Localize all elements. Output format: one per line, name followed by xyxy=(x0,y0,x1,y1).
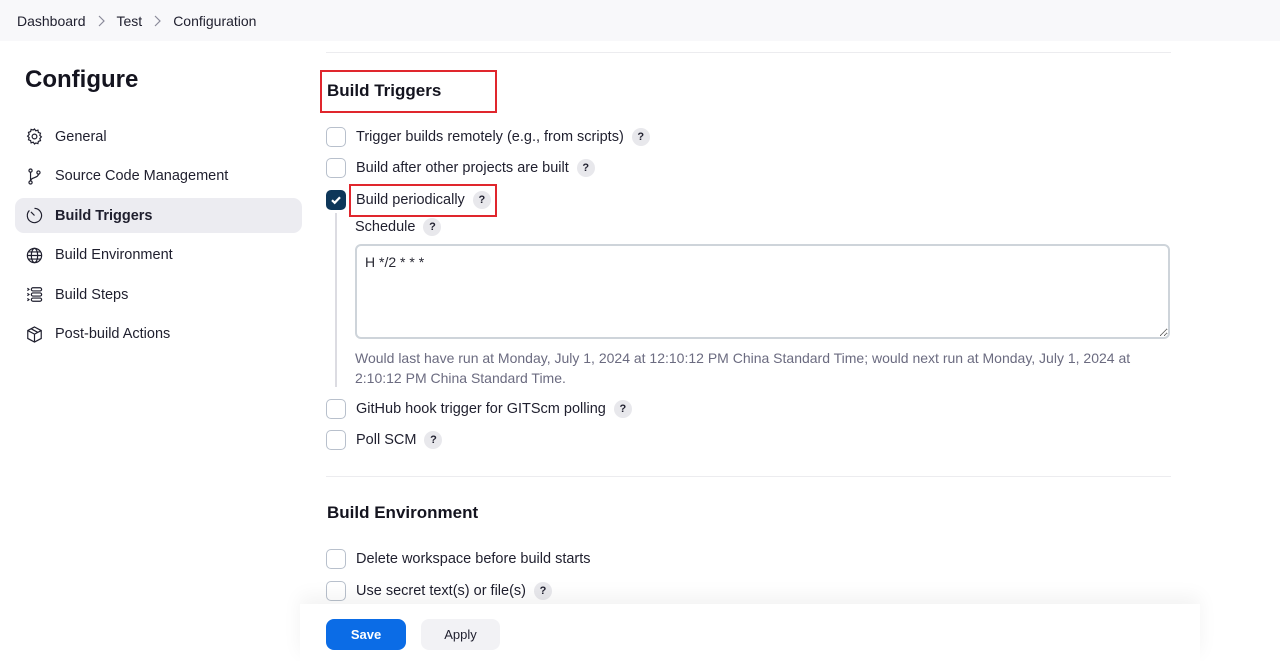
chevron-right-icon xyxy=(97,15,106,27)
help-icon[interactable]: ? xyxy=(424,431,443,449)
breadcrumb-dashboard[interactable]: Dashboard xyxy=(17,13,86,29)
breadcrumb: Dashboard Test Configuration xyxy=(0,0,1280,41)
build-periodically-checkbox[interactable] xyxy=(326,190,346,210)
sidebar-item-build-environment[interactable]: Build Environment xyxy=(15,238,302,273)
build-after-option: Build after other projects are built ? xyxy=(326,158,595,178)
schedule-info-text: Would last have run at Monday, July 1, 2… xyxy=(355,350,1131,386)
sidebar-item-label: Post-build Actions xyxy=(55,326,171,343)
globe-icon xyxy=(25,246,44,265)
poll-scm-checkbox[interactable] xyxy=(326,430,346,450)
build-after-checkbox[interactable] xyxy=(326,158,346,178)
option-label: Build after other projects are built xyxy=(356,160,569,176)
bottom-action-bar: Save Apply xyxy=(300,604,1200,661)
sidebar-item-general[interactable]: General xyxy=(15,119,302,154)
option-label: Use secret text(s) or file(s) xyxy=(356,583,526,599)
build-environment-title: Build Environment xyxy=(327,503,479,522)
package-icon xyxy=(25,325,44,344)
option-label: GitHub hook trigger for GITScm polling xyxy=(356,401,606,417)
sidebar-item-label: Build Steps xyxy=(55,286,129,303)
breadcrumb-configuration[interactable]: Configuration xyxy=(173,13,256,29)
trigger-remote-option: Trigger builds remotely (e.g., from scri… xyxy=(326,127,650,147)
sidebar-item-build-steps[interactable]: Build Steps xyxy=(15,277,302,312)
apply-button[interactable]: Apply xyxy=(421,619,500,650)
delete-workspace-option: Delete workspace before build starts xyxy=(326,549,591,569)
gear-icon xyxy=(25,127,44,146)
trigger-remote-checkbox[interactable] xyxy=(326,127,346,147)
sidebar-item-source-code-management[interactable]: Source Code Management xyxy=(15,159,302,194)
option-label: Build periodically xyxy=(356,192,465,208)
sidebar-item-label: Build Environment xyxy=(55,247,173,264)
timer-icon xyxy=(25,206,44,225)
option-label: Delete workspace before build starts xyxy=(356,551,591,567)
nested-indent-line xyxy=(335,213,337,387)
schedule-label: Schedule ? xyxy=(355,218,442,236)
sidebar-item-post-build-actions[interactable]: Post-build Actions xyxy=(15,317,302,352)
sidebar-item-label: Source Code Management xyxy=(55,168,229,185)
breadcrumb-test[interactable]: Test xyxy=(117,13,143,29)
poll-scm-option: Poll SCM ? xyxy=(326,430,443,450)
list-steps-icon xyxy=(25,285,44,304)
schedule-label-text: Schedule xyxy=(355,219,416,235)
github-hook-checkbox[interactable] xyxy=(326,399,346,419)
schedule-input[interactable] xyxy=(355,244,1170,339)
help-icon[interactable]: ? xyxy=(576,159,595,177)
delete-workspace-checkbox[interactable] xyxy=(326,549,346,569)
help-icon[interactable]: ? xyxy=(631,128,650,146)
secret-text-option: Use secret text(s) or file(s) ? xyxy=(326,581,552,601)
option-label: Poll SCM xyxy=(356,432,417,448)
build-periodically-option: Build periodically ? xyxy=(326,190,491,210)
github-hook-option: GitHub hook trigger for GITScm polling ? xyxy=(326,399,632,419)
sidebar-item-label: Build Triggers xyxy=(55,207,153,224)
help-icon[interactable]: ? xyxy=(423,218,442,236)
sidebar-item-build-triggers[interactable]: Build Triggers xyxy=(15,198,302,234)
option-label: Trigger builds remotely (e.g., from scri… xyxy=(356,129,624,145)
save-button[interactable]: Save xyxy=(326,619,406,650)
git-branch-icon xyxy=(25,167,44,186)
help-icon[interactable]: ? xyxy=(534,582,552,600)
sidebar-item-label: General xyxy=(55,128,107,145)
help-icon[interactable]: ? xyxy=(613,400,632,418)
chevron-right-icon xyxy=(153,15,162,27)
build-triggers-title: Build Triggers xyxy=(327,81,442,100)
page-title: Configure xyxy=(25,66,139,93)
checkmark-icon xyxy=(331,196,341,205)
section-divider xyxy=(326,476,1171,477)
secret-text-checkbox[interactable] xyxy=(326,581,346,601)
help-icon[interactable]: ? xyxy=(472,191,491,209)
sidebar-nav: General Source Code Management Build Tri… xyxy=(15,119,302,357)
section-divider xyxy=(326,52,1171,53)
